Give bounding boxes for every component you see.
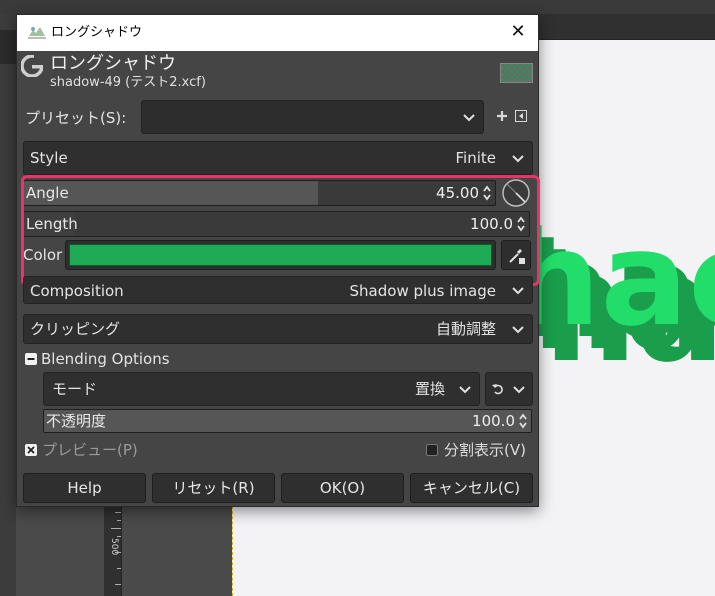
chevron-down-icon	[512, 287, 524, 295]
mode-value: 置換	[414, 380, 445, 398]
workspace-padding	[16, 506, 104, 596]
workspace-top-bar	[0, 0, 715, 14]
ruler-number: 500	[109, 538, 119, 556]
dialog-header: ロングシャドウ shadow-49 (テスト2.xcf)	[17, 51, 538, 97]
chevron-down-icon	[463, 114, 475, 122]
mode-label: モード	[52, 380, 98, 398]
gegl-logo-icon	[21, 55, 43, 77]
canvas-text: hac	[532, 208, 715, 355]
reset-button[interactable]: リセット(R)	[152, 473, 275, 503]
horizontal-ruler	[538, 14, 715, 40]
chevron-down-icon	[512, 155, 524, 163]
toolbox-strip	[0, 14, 16, 596]
highlight-annotation	[21, 175, 540, 286]
close-icon[interactable]: ✕	[507, 21, 529, 43]
composite-mode-combo[interactable]	[485, 372, 533, 406]
cancel-button[interactable]: キャンセル(C)	[410, 473, 533, 503]
image-thumbnail	[500, 63, 533, 83]
preset-label: プリセット(S):	[25, 109, 127, 127]
long-shadow-dialog: ロングシャドウ ✕ ロングシャドウ shadow-49 (テスト2.xcf) プ…	[16, 14, 540, 507]
canvas-text-shadow: hac hac hac hac	[532, 208, 715, 391]
window-title: ロングシャドウ	[51, 25, 143, 40]
opacity-spinscale[interactable]: 不透明度 100.0	[43, 409, 532, 433]
clipping-label: クリッピング	[30, 320, 121, 338]
clipping-combo[interactable]: クリッピング 自動調整	[23, 314, 533, 344]
mode-combo[interactable]: モード 置換	[43, 372, 480, 406]
collapse-icon[interactable]	[25, 353, 37, 365]
chevron-down-icon	[513, 386, 525, 394]
blending-options-label[interactable]: Blending Options	[41, 349, 170, 369]
dialog-heading: ロングシャドウ	[50, 53, 176, 74]
style-combo[interactable]: Style Finite	[23, 141, 533, 175]
preview-label: プレビュー(P)	[42, 441, 138, 459]
preset-menu-icon[interactable]	[515, 110, 527, 122]
undo-arrow-icon	[492, 384, 503, 395]
preview-checkbox[interactable]	[25, 444, 37, 456]
composition-combo[interactable]: Composition Shadow plus image	[23, 276, 533, 304]
ok-button[interactable]: OK(O)	[281, 473, 404, 503]
chevron-down-icon	[512, 326, 524, 334]
composition-value: Shadow plus image	[349, 282, 496, 300]
style-label: Style	[30, 149, 68, 167]
help-button[interactable]: Help	[23, 473, 146, 503]
image-subtitle: shadow-49 (テスト2.xcf)	[50, 75, 206, 90]
gimp-app-icon	[27, 24, 47, 41]
opacity-value: 100.0	[472, 412, 515, 430]
chevron-down-icon	[459, 386, 471, 394]
style-value: Finite	[455, 149, 497, 167]
canvas-padding	[122, 506, 232, 596]
spin-arrows-icon[interactable]	[518, 412, 528, 430]
split-view-checkbox[interactable]	[426, 444, 438, 456]
opacity-label: 不透明度	[46, 412, 107, 430]
composition-label: Composition	[30, 282, 124, 300]
window-titlebar[interactable]: ロングシャドウ ✕	[17, 15, 538, 51]
canvas-boundary	[232, 506, 233, 596]
add-preset-icon[interactable]	[496, 110, 508, 122]
split-view-label: 分割表示(V)	[444, 441, 526, 459]
preset-combo[interactable]	[141, 100, 484, 134]
clipping-value: 自動調整	[435, 320, 496, 338]
